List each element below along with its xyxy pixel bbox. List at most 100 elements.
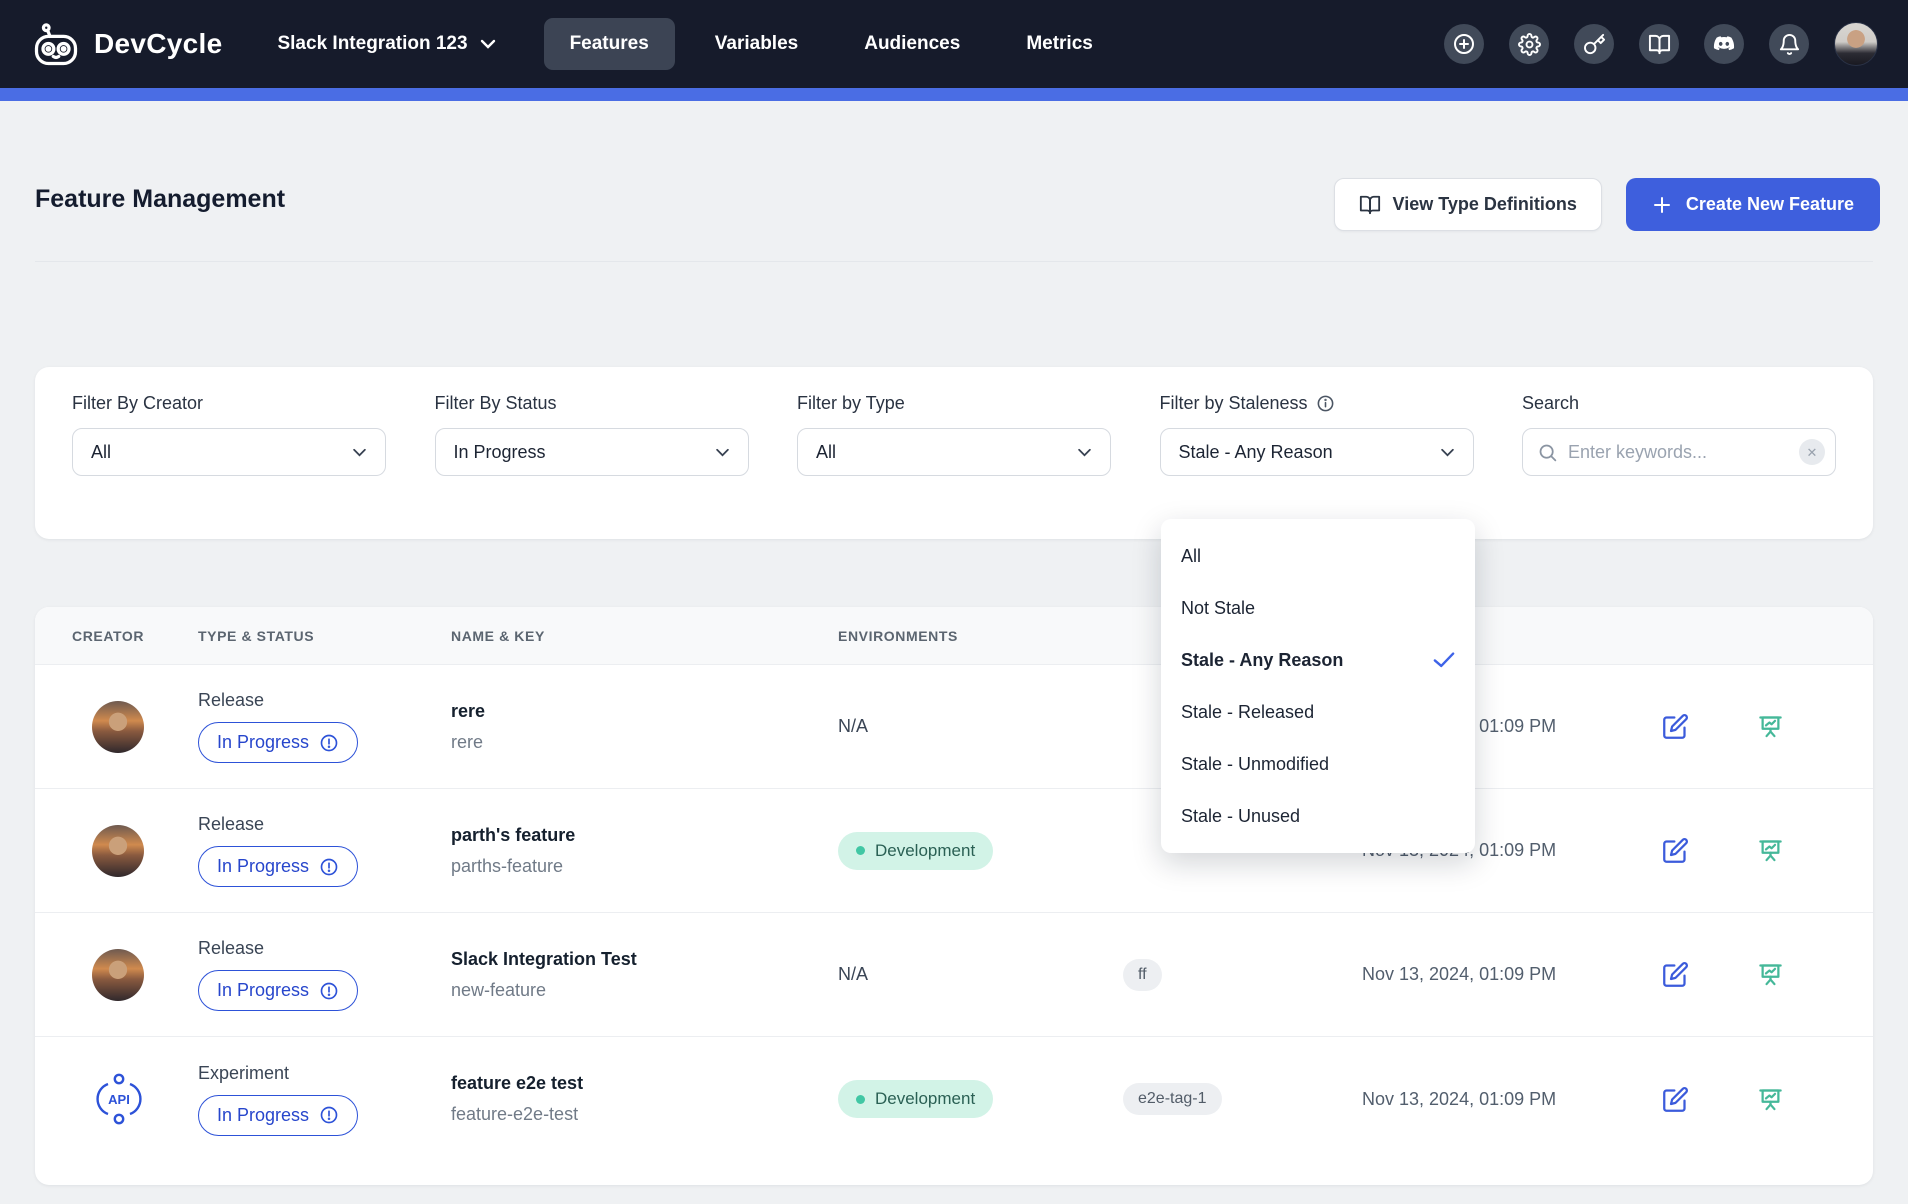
filter-type-select[interactable]: All <box>797 428 1111 476</box>
analytics-icon[interactable] <box>1757 961 1784 988</box>
menu-option[interactable]: Not Stale <box>1161 582 1475 634</box>
table-header: CREATOR TYPE & STATUS NAME & KEY ENVIRON… <box>35 607 1873 665</box>
filter-status-select[interactable]: In Progress <box>435 428 749 476</box>
create-plus-button[interactable] <box>1444 24 1484 64</box>
menu-option[interactable]: Stale - Unused <box>1161 790 1475 842</box>
feature-name[interactable]: rere <box>451 701 838 722</box>
filter-creator-label: Filter By Creator <box>72 393 386 414</box>
menu-option[interactable]: Stale - Any Reason <box>1161 634 1475 686</box>
nav-item-variables[interactable]: Variables <box>689 18 824 70</box>
search-icon <box>1537 442 1558 463</box>
status-text: In Progress <box>217 1105 309 1126</box>
edit-feature-icon[interactable] <box>1662 837 1689 864</box>
logo-text: DevCycle <box>94 28 222 60</box>
exclamation-circle-icon <box>319 857 339 877</box>
menu-option-label: Stale - Unused <box>1181 806 1300 827</box>
info-icon[interactable] <box>1316 394 1335 413</box>
search-box: ✕ <box>1522 428 1836 476</box>
notifications-button[interactable] <box>1769 24 1809 64</box>
menu-option-label: Not Stale <box>1181 598 1255 619</box>
api-keys-button[interactable] <box>1574 24 1614 64</box>
navbar-right <box>1444 22 1878 66</box>
environment-badge: Development <box>838 832 993 870</box>
tags-cell: ff <box>1123 959 1362 991</box>
table-row: Release In Progress Slack Integration Te… <box>35 913 1873 1037</box>
filter-staleness-select[interactable]: Stale - Any Reason <box>1160 428 1474 476</box>
menu-option-label: Stale - Unmodified <box>1181 754 1329 775</box>
updated-timestamp: Nov 13, 2024, 01:09 PM <box>1362 1089 1632 1110</box>
feature-name[interactable]: feature e2e test <box>451 1073 838 1094</box>
create-new-feature-button[interactable]: Create New Feature <box>1626 178 1880 231</box>
nav-item-metrics[interactable]: Metrics <box>1000 18 1119 70</box>
user-avatar[interactable] <box>1834 22 1878 66</box>
clear-search-button[interactable]: ✕ <box>1799 439 1825 465</box>
edit-feature-icon[interactable] <box>1662 713 1689 740</box>
check-icon <box>1433 651 1455 669</box>
col-type-status[interactable]: TYPE & STATUS <box>198 628 314 644</box>
edit-feature-icon[interactable] <box>1662 1086 1689 1113</box>
status-badge: In Progress <box>198 846 358 887</box>
menu-option[interactable]: Stale - Released <box>1161 686 1475 738</box>
nav-item-audiences[interactable]: Audiences <box>838 18 986 70</box>
selected-value: All <box>816 442 836 463</box>
project-selector[interactable]: Slack Integration 123 <box>277 33 495 55</box>
gear-icon <box>1518 33 1541 56</box>
edit-feature-icon[interactable] <box>1662 961 1689 988</box>
col-creator[interactable]: CREATOR <box>72 628 144 644</box>
status-text: In Progress <box>217 980 309 1001</box>
environments-na: N/A <box>838 964 868 984</box>
status-text: In Progress <box>217 856 309 877</box>
environments-na: N/A <box>838 716 868 736</box>
feature-key: parths-feature <box>451 856 838 877</box>
plus-icon <box>1652 195 1672 215</box>
table-row: API Experiment In Progress feature e2e t… <box>35 1037 1873 1161</box>
environment-name: Development <box>875 841 975 861</box>
feature-type: Release <box>198 938 451 959</box>
svg-text:API: API <box>108 1092 130 1107</box>
menu-option[interactable]: Stale - Unmodified <box>1161 738 1475 790</box>
feature-name[interactable]: Slack Integration Test <box>451 949 838 970</box>
button-label: Create New Feature <box>1686 194 1854 215</box>
discord-button[interactable] <box>1704 24 1744 64</box>
chevron-down-icon <box>352 448 367 457</box>
discord-icon <box>1712 32 1736 56</box>
filters-card: Filter By Creator All Filter By Status I… <box>35 367 1873 539</box>
plus-circle-icon <box>1452 32 1476 56</box>
nav-item-features[interactable]: Features <box>544 18 675 70</box>
analytics-icon[interactable] <box>1757 1086 1784 1113</box>
col-environments[interactable]: ENVIRONMENTS <box>838 628 958 644</box>
analytics-icon[interactable] <box>1757 713 1784 740</box>
docs-button[interactable] <box>1639 24 1679 64</box>
view-type-definitions-button[interactable]: View Type Definitions <box>1334 178 1602 231</box>
selected-value: Stale - Any Reason <box>1179 442 1333 463</box>
feature-type: Release <box>198 690 451 711</box>
project-name: Slack Integration 123 <box>277 33 467 55</box>
search-input[interactable] <box>1568 442 1789 463</box>
feature-key: rere <box>451 732 838 753</box>
filter-creator-select[interactable]: All <box>72 428 386 476</box>
status-badge: In Progress <box>198 722 358 763</box>
book-icon <box>1359 194 1381 216</box>
status-badge: In Progress <box>198 1095 358 1136</box>
table-body: Release In Progress rere rere N/A Nov 13… <box>35 665 1873 1161</box>
chevron-down-icon <box>715 448 730 457</box>
col-name-key[interactable]: NAME & KEY <box>451 628 545 644</box>
main-nav: Features Variables Audiences Metrics <box>544 18 1119 70</box>
filter-type-label: Filter by Type <box>797 393 1111 414</box>
tag-badge: e2e-tag-1 <box>1123 1083 1222 1115</box>
creator-avatar <box>92 825 144 877</box>
updated-timestamp: Nov 13, 2024, 01:09 PM <box>1362 964 1632 985</box>
accent-bar <box>0 88 1908 101</box>
menu-option-label: All <box>1181 546 1201 567</box>
settings-button[interactable] <box>1509 24 1549 64</box>
feature-name[interactable]: parth's feature <box>451 825 838 846</box>
devcycle-logo[interactable]: DevCycle <box>30 22 222 66</box>
tag-badge: ff <box>1123 959 1162 991</box>
exclamation-circle-icon <box>319 981 339 1001</box>
chevron-down-icon <box>480 39 496 49</box>
selected-value: In Progress <box>454 442 546 463</box>
menu-option[interactable]: All <box>1161 530 1475 582</box>
analytics-icon[interactable] <box>1757 837 1784 864</box>
exclamation-circle-icon <box>319 1105 339 1125</box>
chevron-down-icon <box>1077 448 1092 457</box>
